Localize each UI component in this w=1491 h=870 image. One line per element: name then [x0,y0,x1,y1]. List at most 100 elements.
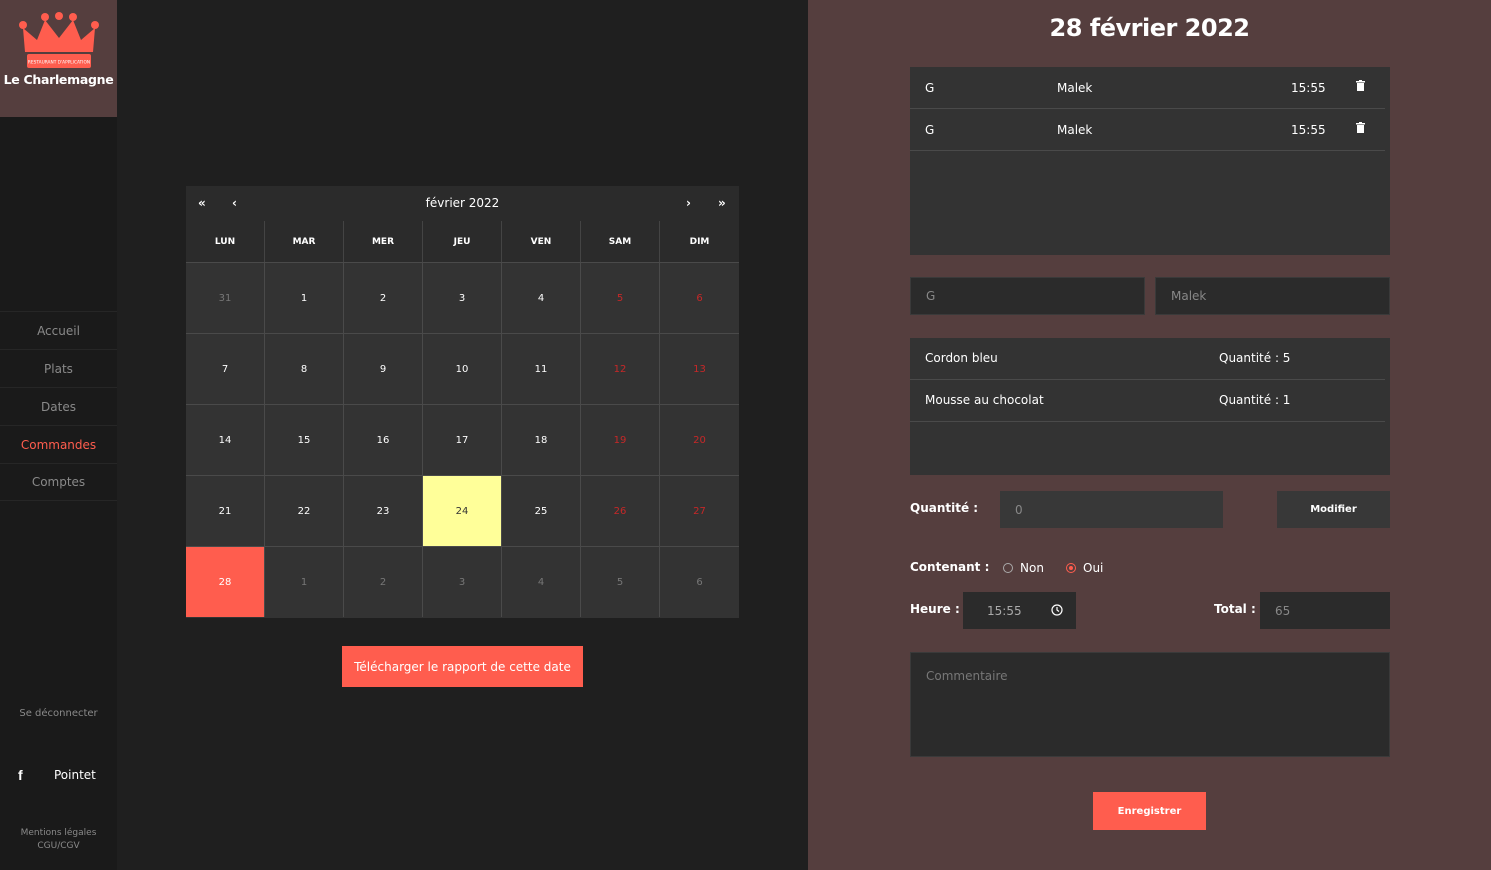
weekday-label: SAM [581,221,660,262]
next-month-button[interactable]: › [686,196,691,210]
orders-list: G Malek 15:55 G Malek 15:55 [910,67,1390,255]
social-link[interactable]: f Pointet [0,765,117,785]
calendar-day[interactable]: 12 [581,333,660,404]
calendar-day[interactable]: 4 [502,546,581,617]
radio-circle [1003,563,1013,573]
calendar-day[interactable]: 4 [502,262,581,333]
logo-banner-text: RESTAURANT D'APPLICATION [27,60,89,66]
order-items-list: Cordon bleu Quantité : 5 Mousse au choco… [910,338,1390,475]
legal-links: Mentions légales CGU/CGV [0,827,117,853]
calendar-day[interactable]: 8 [265,333,344,404]
calendar-day[interactable]: 2 [344,546,423,617]
sidebar-item-commandes[interactable]: Commandes [0,425,117,463]
order-row[interactable]: G Malek 15:55 [910,67,1385,109]
calendar-day[interactable]: 31 [186,262,265,333]
calendar-day[interactable]: 10 [423,333,502,404]
order-name: Malek [1057,123,1093,137]
page-title: 28 février 2022 [1049,14,1250,42]
order-item-row[interactable]: Mousse au chocolat Quantité : 1 [910,380,1385,422]
crown-logo-icon: RESTAURANT D'APPLICATION [18,12,99,68]
order-time: 15:55 [1291,123,1326,137]
calendar-month-label[interactable]: février 2022 [186,196,739,210]
order-row[interactable]: G Malek 15:55 [910,109,1385,151]
legal-mentions-link[interactable]: Mentions légales [0,827,117,840]
sidebar-nav: Accueil Plats Dates Commandes Comptes [0,311,117,501]
radio-label: Non [1020,561,1044,575]
calendar-day[interactable]: 17 [423,404,502,475]
calendar-day[interactable]: 26 [581,475,660,546]
calendar-grid: 31 1 2 3 4 5 6 7 8 9 10 11 12 13 14 15 16 17 18 19 20 21 22 23 2… [186,262,739,617]
weekday-label: LUN [186,221,265,262]
calendar-day[interactable]: 28 [186,546,265,617]
calendar-day[interactable]: 5 [581,262,660,333]
calendar-day[interactable]: 3 [423,546,502,617]
calendar-day[interactable]: 23 [344,475,423,546]
weekday-label: DIM [689,236,710,247]
calendar-day[interactable]: 5 [581,546,660,617]
sidebar-item-plats[interactable]: Plats [0,349,117,387]
last-name-field[interactable]: Malek [1155,277,1390,315]
logo[interactable]: RESTAURANT D'APPLICATION Le Charlemagne [0,0,117,117]
calendar-day[interactable]: 24 [423,475,502,546]
calendar-day[interactable]: 21 [186,475,265,546]
calendar-day[interactable]: 16 [344,404,423,475]
comment-textarea[interactable]: Commentaire [910,652,1390,757]
weekday-label: VEN [502,221,581,262]
calendar-day[interactable]: 6 [660,546,739,617]
order-item-row[interactable]: Cordon bleu Quantité : 5 [910,338,1385,380]
calendar-day[interactable]: 14 [186,404,265,475]
dish-name: Cordon bleu [925,351,998,365]
sidebar: RESTAURANT D'APPLICATION Le Charlemagne … [0,0,117,870]
weekday-label: JEU [423,221,502,262]
calendar-day[interactable]: 9 [344,333,423,404]
calendar-day[interactable]: 20 [660,404,739,475]
calendar-day[interactable]: 11 [502,333,581,404]
download-report-button[interactable]: Télécharger le rapport de cette date [342,646,583,687]
next-year-button[interactable]: » [718,196,726,210]
calendar-day[interactable]: 2 [344,262,423,333]
total-input[interactable]: 65 [1260,592,1390,629]
total-label: Total : [1214,602,1256,616]
sidebar-item-comptes[interactable]: Comptes [0,463,117,501]
quantity-label: Quantité : [910,501,979,515]
brand-name: Le Charlemagne [3,72,114,87]
calendar: « ‹ février 2022 › » LUN MAR MER JEU VEN… [186,186,739,618]
weekday-label: MAR [265,221,344,262]
time-input[interactable]: 15:55 [963,592,1076,629]
calendar-day[interactable]: 22 [265,475,344,546]
logout-link[interactable]: Se déconnecter [0,708,117,719]
container-label: Contenant : [910,560,990,574]
calendar-day[interactable]: 13 [660,333,739,404]
quantity-input[interactable]: 0 [1000,491,1223,528]
facebook-icon: f [18,767,23,783]
calendar-day[interactable]: 27 [660,475,739,546]
trash-icon[interactable] [1356,122,1365,133]
cgu-cgv-link[interactable]: CGU/CGV [0,840,117,853]
save-button[interactable]: Enregistrer [1093,792,1206,830]
calendar-day[interactable]: 3 [423,262,502,333]
calendar-day[interactable]: 15 [265,404,344,475]
radio-circle [1066,563,1076,573]
order-name: Malek [1057,81,1093,95]
calendar-day[interactable]: 25 [502,475,581,546]
order-initial: G [925,123,935,137]
calendar-day[interactable]: 19 [581,404,660,475]
sidebar-item-dates[interactable]: Dates [0,387,117,425]
order-initial: G [925,81,935,95]
calendar-day[interactable]: 18 [502,404,581,475]
modify-button[interactable]: Modifier [1277,491,1390,528]
calendar-day[interactable]: 1 [265,262,344,333]
calendar-day[interactable]: 6 [660,262,739,333]
order-detail-panel: 28 février 2022 G Malek 15:55 G Malek 15… [808,0,1491,870]
trash-icon[interactable] [1356,80,1365,91]
dish-quantity: Quantité : 1 [1219,393,1291,407]
dish-quantity: Quantité : 5 [1219,351,1291,365]
calendar-day[interactable]: 1 [265,546,344,617]
calendar-day[interactable]: 7 [186,333,265,404]
first-name-field[interactable]: G [910,277,1145,315]
radio-label: Oui [1083,561,1104,575]
clock-icon[interactable] [1051,604,1063,616]
sidebar-item-accueil[interactable]: Accueil [0,311,117,349]
container-radio-non[interactable]: Non [1003,561,1044,575]
container-radio-oui[interactable]: Oui [1066,561,1103,575]
